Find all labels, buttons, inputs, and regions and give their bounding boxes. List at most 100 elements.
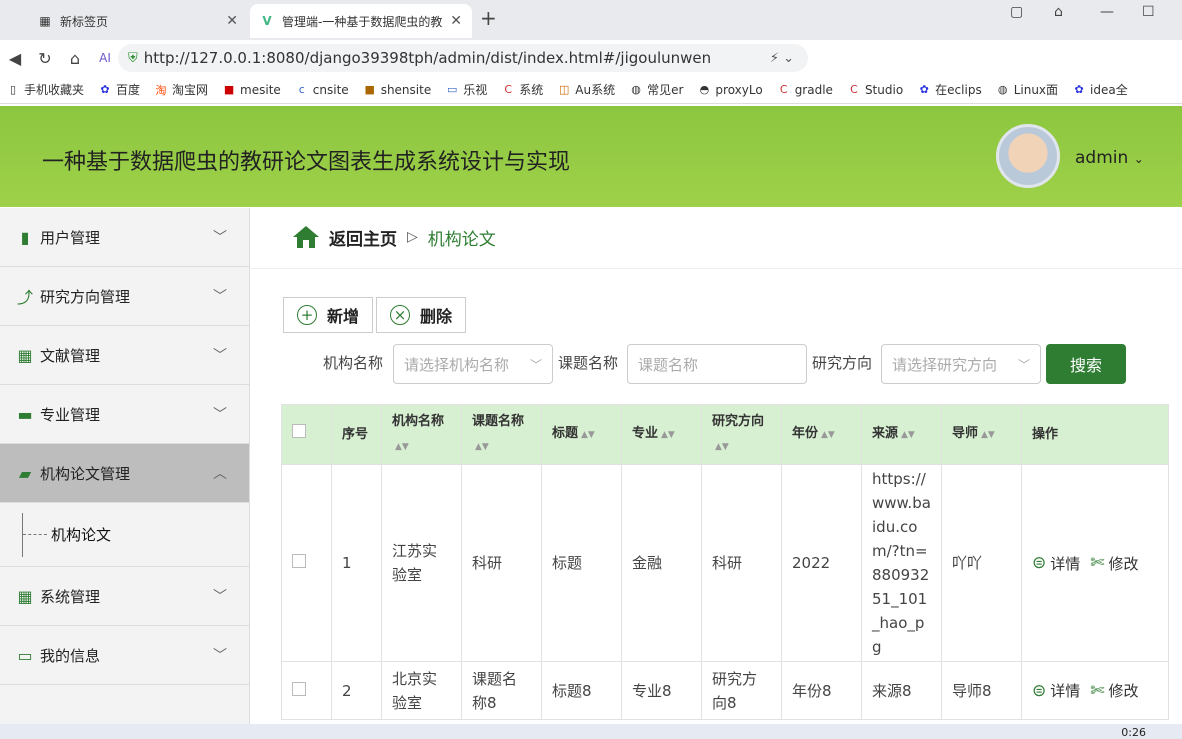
sidebar-item-users[interactable]: ▮ 用户管理 ﹀	[0, 208, 249, 267]
detail-button[interactable]: ⊜ 详情	[1032, 680, 1080, 701]
sort-icon[interactable]: ▲▼	[715, 442, 729, 452]
bookmark-item[interactable]: ◍ 常见er	[629, 81, 683, 98]
detail-button[interactable]: ⊜ 详情	[1032, 553, 1080, 574]
chevron-down-icon: ﹀	[529, 357, 542, 372]
org-select[interactable]: 请选择机构名称 ﹀	[393, 344, 553, 384]
select-all-checkbox[interactable]	[292, 423, 306, 438]
row-checkbox[interactable]	[292, 554, 306, 568]
sidebar-item-label: 研究方向管理	[40, 287, 131, 306]
bookmark-item[interactable]: ✿ 在eclips	[917, 81, 982, 98]
detail-icon: ⊜	[1032, 553, 1047, 573]
bookmark-item[interactable]: ◓ proxyLo	[697, 83, 763, 97]
cell-topic: 科研	[461, 464, 542, 662]
home-icon[interactable]	[291, 224, 321, 250]
sort-icon[interactable]: ▲▼	[395, 442, 409, 452]
col-source[interactable]: 来源 ▲▼	[861, 404, 942, 465]
cell-major: 专业8	[621, 661, 702, 720]
add-label: 新增	[326, 307, 359, 326]
newtab-page-icon: ▦	[39, 14, 51, 28]
chevron-down-icon: ﹀	[213, 407, 227, 423]
url-actions-icon[interactable]: ⚡ ⌄	[770, 51, 794, 66]
bookmark-item[interactable]: c cnsite	[295, 83, 349, 97]
minimize-icon[interactable]: —	[1100, 4, 1114, 20]
sort-icon[interactable]: ▲▼	[661, 430, 675, 440]
browser-tab-admin[interactable]: V 管理端-一种基于数据爬虫的教 ✕	[250, 4, 472, 38]
tree-branch	[23, 534, 47, 535]
triangle-right-icon: ▷	[407, 229, 418, 245]
user-menu[interactable]: admin ⌄	[1075, 148, 1144, 168]
phone-icon: ▯	[9, 83, 17, 96]
col-major[interactable]: 专业 ▲▼	[621, 404, 702, 465]
os-taskbar	[0, 724, 1182, 739]
sidebar-item-major[interactable]: ▬ 专业管理 ﹀	[0, 385, 249, 444]
sidebar-item-org-papers[interactable]: ▰ 机构论文管理 ︿	[0, 444, 249, 503]
sidebar-item-label: 专业管理	[40, 405, 101, 424]
direction-select[interactable]: 请选择研究方向 ﹀	[881, 344, 1041, 384]
sidebar-subitem-org-papers[interactable]: 机构论文	[0, 503, 249, 567]
globe-icon: ◍	[631, 83, 641, 96]
sidebar-item-system[interactable]: ▦ 系统管理 ﹀	[0, 567, 249, 626]
delete-button[interactable]: × 删除	[376, 297, 466, 333]
col-direction[interactable]: 研究方向▲▼	[701, 404, 782, 465]
sort-icon[interactable]: ▲▼	[901, 430, 915, 440]
col-org[interactable]: 机构名称▲▼	[381, 404, 462, 465]
new-tab-button[interactable]: +	[480, 6, 497, 30]
bookmark-item[interactable]: ■ shensite	[363, 83, 431, 97]
shirt-icon[interactable]: ⌂	[1054, 4, 1063, 20]
col-title[interactable]: 标题 ▲▼	[541, 404, 622, 465]
sort-icon[interactable]: ▲▼	[821, 430, 835, 440]
bar-chart-icon: ▮	[20, 227, 30, 247]
bookmark-item[interactable]: ✿ idea全	[1072, 81, 1127, 98]
search-button[interactable]: 搜索	[1046, 344, 1126, 384]
edit-button[interactable]: ✄ 修改	[1090, 680, 1138, 701]
bookmark-item[interactable]: ✿ 百度	[98, 81, 140, 98]
breadcrumb-home[interactable]: 返回主页	[329, 225, 397, 250]
back-icon[interactable]: ◀	[0, 49, 30, 68]
col-advisor[interactable]: 导师 ▲▼	[941, 404, 1022, 465]
sort-icon[interactable]: ▲▼	[475, 442, 489, 452]
username: admin	[1075, 148, 1129, 168]
bookmark-item[interactable]: ▭ 乐视	[445, 81, 487, 98]
sort-icon[interactable]: ▲▼	[581, 430, 595, 440]
globe-icon: ◍	[997, 83, 1008, 96]
bookmark-item[interactable]: ■ mesite	[222, 83, 281, 97]
home-icon[interactable]: ⌂	[60, 49, 90, 68]
avatar[interactable]	[996, 124, 1060, 188]
add-button[interactable]: + 新增	[283, 297, 373, 333]
table-row: 2 北京实验室 课题名称8 标题8 专业8 研究方向8 年份8 来源8 导师8 …	[281, 661, 1169, 720]
reload-icon[interactable]: ↻	[30, 49, 60, 68]
ai-icon[interactable]: AI	[90, 51, 120, 65]
browser-tab-newtab[interactable]: ▦ 新标签页 ✕	[28, 4, 248, 38]
col-year[interactable]: 年份 ▲▼	[781, 404, 862, 465]
bookmark-item[interactable]: 淘淘宝网	[154, 81, 209, 98]
detail-icon: ⊜	[1032, 680, 1047, 701]
bookmark-item[interactable]: C 系统	[501, 81, 543, 98]
bookmark-item[interactable]: ◫ Au系统	[557, 81, 615, 98]
taskbar-clock: 0:26	[1121, 726, 1146, 739]
row-checkbox[interactable]	[292, 681, 306, 696]
col-topic[interactable]: 课题名称▲▼	[461, 404, 542, 465]
profile-icon[interactable]: ▢	[1010, 4, 1023, 20]
tv-icon: ▭	[447, 83, 458, 96]
cell-source: https://www.baidu.com/?tn=88093251_101_h…	[861, 464, 942, 662]
sidebar-item-my-info[interactable]: ▭ 我的信息 ﹀	[0, 626, 249, 685]
site-icon: C	[850, 83, 858, 96]
site-icon: c	[298, 83, 305, 96]
cell-org: 北京实验室	[381, 661, 462, 720]
taobao-icon: 淘	[155, 83, 167, 97]
bookmark-item[interactable]: Cgradle	[777, 83, 833, 97]
sidebar-item-literature[interactable]: ▦ 文献管理 ﹀	[0, 326, 249, 385]
url-field[interactable]: ⛨ http://127.0.0.1:8080/django39398tph/a…	[118, 44, 808, 72]
maximize-icon[interactable]: ☐	[1142, 4, 1155, 20]
bookmark-item[interactable]: ▯ 手机收藏夹	[6, 81, 84, 98]
sidebar-item-label: 用户管理	[40, 228, 101, 247]
close-icon[interactable]: ✕	[450, 13, 462, 29]
sort-icon[interactable]: ▲▼	[981, 430, 995, 440]
bookmark-item[interactable]: C Studio	[847, 83, 903, 97]
cell-title: 标题	[541, 464, 622, 662]
sidebar-item-research-direction[interactable]: ⤴ 研究方向管理 ﹀	[0, 267, 249, 326]
close-icon[interactable]: ✕	[226, 13, 238, 29]
edit-button[interactable]: ✄ 修改	[1090, 553, 1138, 574]
bookmark-item[interactable]: ◍ Linux面	[996, 81, 1058, 98]
topic-input[interactable]: 课题名称	[627, 344, 807, 384]
